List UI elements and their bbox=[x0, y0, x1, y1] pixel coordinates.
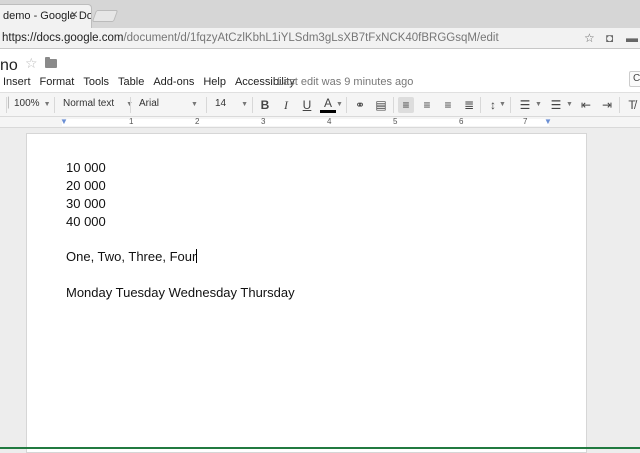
menu-format[interactable]: Format bbox=[40, 76, 75, 88]
bulleted-list-icon[interactable]: ☰ bbox=[548, 97, 564, 113]
new-tab-button[interactable] bbox=[91, 10, 119, 22]
camera-icon[interactable]: ◘ bbox=[606, 31, 613, 45]
font-size-select[interactable]: 14 ▼ bbox=[215, 98, 248, 109]
menu-tools[interactable]: Tools bbox=[83, 76, 109, 88]
menu-bar: Insert Format Tools Table Add-ons Help Accessi… bbox=[3, 76, 304, 88]
url-text[interactable]: https://docs.google.com/document/d/1fqzy… bbox=[2, 32, 499, 44]
menu-addons[interactable]: Add-ons bbox=[153, 76, 194, 88]
align-justify-icon[interactable]: ≣ bbox=[461, 97, 477, 113]
numbered-list-caret[interactable]: ▼ bbox=[535, 98, 542, 109]
docs-header: no ☆ Insert Format Tools Table Add-ons Help Ac… bbox=[0, 49, 640, 92]
ruler[interactable]: ▼ 1 2 3 4 5 6 7 ▼ bbox=[0, 117, 640, 128]
right-indent-marker[interactable]: ▼ bbox=[544, 117, 552, 126]
align-left-icon[interactable]: ≡ bbox=[398, 97, 414, 113]
url-path: /document/d/1fqzyAtCzlKbhL1iYLSdm3gLsXB7… bbox=[123, 32, 499, 44]
menu-table[interactable]: Table bbox=[118, 76, 144, 88]
text-line[interactable]: 30 000 bbox=[66, 196, 106, 211]
numbered-list-icon[interactable]: ☰ bbox=[517, 97, 533, 113]
last-edit-status[interactable]: Last edit was 9 minutes ago bbox=[277, 76, 413, 88]
text-line[interactable]: 40 000 bbox=[66, 214, 106, 229]
address-bar[interactable]: https://docs.google.com/document/d/1fqzy… bbox=[0, 28, 640, 49]
menu-help[interactable]: Help bbox=[203, 76, 226, 88]
underline-button[interactable]: U bbox=[299, 97, 315, 113]
align-center-icon[interactable]: ≡ bbox=[419, 97, 435, 113]
menu-insert[interactable]: Insert bbox=[3, 76, 31, 88]
link-icon[interactable]: ⚭ bbox=[352, 97, 368, 113]
comments-button[interactable]: C bbox=[629, 71, 640, 87]
tab-close-icon[interactable]: ✕ bbox=[70, 10, 78, 21]
text-color-caret[interactable]: ▼ bbox=[336, 98, 343, 109]
text-line[interactable]: 10 000 bbox=[66, 160, 106, 175]
clear-formatting-icon[interactable]: T̸ bbox=[624, 97, 640, 113]
text-line-days[interactable]: Monday Tuesday Wednesday Thursday bbox=[66, 285, 295, 300]
increase-indent-icon[interactable]: ⇥ bbox=[599, 97, 615, 113]
document-page[interactable]: 10 000 20 000 30 000 40 000 One, Two, Th… bbox=[26, 133, 587, 453]
style-select[interactable]: Normal text▼ bbox=[63, 98, 133, 109]
text-cursor bbox=[196, 249, 198, 263]
font-select[interactable]: Arial ▼ bbox=[139, 98, 198, 109]
decrease-indent-icon[interactable]: ⇤ bbox=[578, 97, 594, 113]
bold-button[interactable]: B bbox=[257, 97, 273, 113]
folder-icon[interactable] bbox=[45, 57, 57, 68]
document-title[interactable]: no bbox=[0, 57, 18, 75]
ruler-tick-label: 2 bbox=[195, 117, 200, 126]
text-color-button[interactable]: A bbox=[320, 97, 336, 113]
left-indent-marker[interactable]: ▼ bbox=[60, 117, 68, 126]
text-line[interactable]: 20 000 bbox=[66, 178, 106, 193]
ruler-tick-label: 6 bbox=[459, 117, 464, 126]
align-right-icon[interactable]: ≡ bbox=[440, 97, 456, 113]
text-line-words[interactable]: One, Two, Three, Four bbox=[66, 249, 198, 264]
italic-button[interactable]: I bbox=[278, 97, 294, 113]
bulleted-list-caret[interactable]: ▼ bbox=[566, 98, 573, 109]
tab-title: demo - Google Docs bbox=[3, 10, 92, 22]
document-canvas: 10 000 20 000 30 000 40 000 One, Two, Th… bbox=[0, 128, 640, 453]
bookmark-star-icon[interactable]: ☆ bbox=[584, 31, 595, 45]
comment-icon[interactable]: ▤ bbox=[373, 97, 389, 113]
extension-icon[interactable]: ▬ bbox=[626, 31, 638, 45]
ruler-tick-label: 3 bbox=[261, 117, 266, 126]
star-icon[interactable]: ☆ bbox=[25, 55, 38, 72]
ruler-tick-label: 7 bbox=[523, 117, 528, 126]
browser-tab[interactable]: demo - Google Docs ✕ bbox=[0, 4, 92, 28]
ruler-tick-label: 5 bbox=[393, 117, 398, 126]
line-spacing-caret[interactable]: ▼ bbox=[499, 98, 506, 109]
ruler-tick-label: 4 bbox=[327, 117, 332, 126]
url-domain: https://docs.google.com bbox=[2, 32, 124, 44]
browser-tab-strip: demo - Google Docs ✕ bbox=[0, 0, 640, 28]
format-toolbar: ▏ 100%▼ Normal text▼ Arial▼ 14▼ B I U A … bbox=[0, 92, 640, 117]
ruler-tick-label: 1 bbox=[129, 117, 134, 126]
zoom-select[interactable]: 100% ▼ bbox=[14, 98, 51, 109]
